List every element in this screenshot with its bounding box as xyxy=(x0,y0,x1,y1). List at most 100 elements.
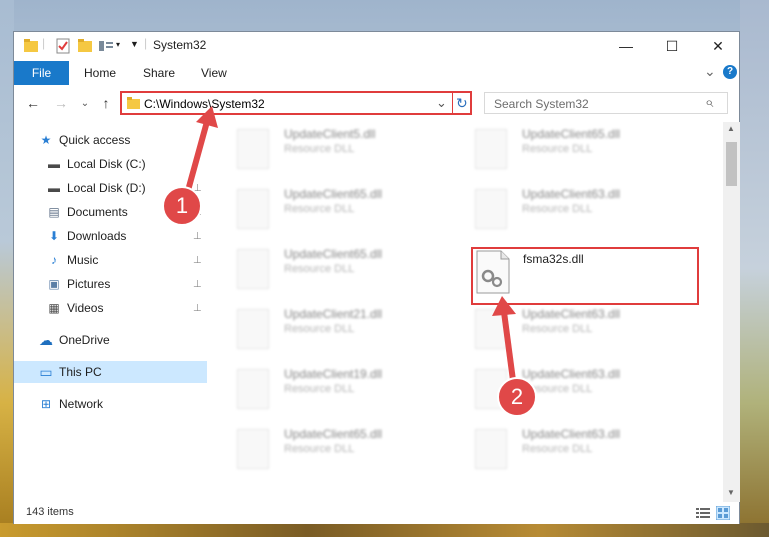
dll-file-icon xyxy=(237,309,269,349)
sidebar-item-label: Local Disk (C:) xyxy=(67,157,146,171)
annotation-badge-1: 1 xyxy=(162,186,202,226)
file-item[interactable]: UpdateClient19.dll Resource DLL xyxy=(229,365,449,419)
sidebar-item-videos[interactable]: ▦ Videos ⊥ xyxy=(14,297,207,319)
sidebar-item-pictures[interactable]: ▣ Pictures ⊥ xyxy=(14,273,207,295)
file-item[interactable]: UpdateClient65.dll Resource DLL xyxy=(229,185,449,239)
videos-icon: ▦ xyxy=(48,301,60,315)
pin-icon[interactable]: ⊥ xyxy=(193,303,202,314)
expand-ribbon-icon[interactable]: ⌄ xyxy=(704,63,716,80)
properties-icon[interactable] xyxy=(56,38,70,54)
title-bar: | ▾ ▼ | System32 — ☐ ✕ xyxy=(14,32,739,60)
sidebar-item-label: Local Disk (D:) xyxy=(67,181,146,195)
file-name: UpdateClient65.dll xyxy=(284,427,383,441)
folder-icon xyxy=(24,39,38,52)
dll-file-icon xyxy=(237,369,269,409)
file-item[interactable]: UpdateClient63.dll Resource DLL xyxy=(467,425,687,479)
qat-more-icon[interactable]: ▼ xyxy=(130,39,139,55)
separator: | xyxy=(42,36,46,50)
pictures-icon: ▣ xyxy=(48,277,60,291)
file-type: Resource DLL xyxy=(284,443,355,455)
window-title: System32 xyxy=(153,38,207,52)
sidebar-item-label: Quick access xyxy=(59,133,131,147)
sidebar-item-label: Videos xyxy=(67,301,104,315)
sidebar-item-label: Downloads xyxy=(67,229,127,243)
back-button[interactable]: ← xyxy=(24,94,42,112)
file-name: UpdateClient5.dll xyxy=(284,127,376,141)
file-type: Resource DLL xyxy=(522,203,593,215)
star-icon: ★ xyxy=(40,133,52,147)
sidebar-item-label: This PC xyxy=(59,365,102,379)
file-item[interactable]: UpdateClient63.dll Resource DLL xyxy=(467,185,687,239)
drive-icon: ▬ xyxy=(48,157,60,171)
pin-icon[interactable]: ⊥ xyxy=(193,279,202,290)
dll-file-icon xyxy=(475,429,507,469)
dll-file-icon xyxy=(237,129,269,169)
search-icon[interactable]: ⌕ xyxy=(705,94,713,111)
file-item[interactable]: UpdateClient65.dll Resource DLL xyxy=(229,245,449,299)
new-folder-icon[interactable] xyxy=(78,38,92,54)
recent-locations-button[interactable]: ⌄ xyxy=(76,94,94,112)
file-name: UpdateClient65.dll xyxy=(284,247,383,261)
downloads-icon: ⬇ xyxy=(48,229,60,243)
sidebar-item-this-pc[interactable]: ▭ This PC xyxy=(14,361,207,383)
file-type: Resource DLL xyxy=(284,203,355,215)
file-name: UpdateClient65.dll xyxy=(522,127,621,141)
status-bar: 143 items xyxy=(14,503,739,524)
refresh-icon[interactable]: ↻ xyxy=(456,95,468,112)
search-box[interactable]: Search System32 ⌕ xyxy=(484,92,728,114)
address-dropdown-icon[interactable]: ⌄ xyxy=(436,95,447,111)
onedrive-icon: ☁ xyxy=(39,331,53,348)
divider xyxy=(452,91,453,115)
tiles-view-icon[interactable] xyxy=(716,506,730,520)
file-tab[interactable]: File xyxy=(14,61,69,85)
scroll-thumb[interactable] xyxy=(726,142,737,186)
up-button[interactable]: ↑ xyxy=(97,94,115,112)
sidebar-item-label: Music xyxy=(67,253,99,267)
sidebar-item-music[interactable]: ♪ Music ⊥ xyxy=(14,249,207,271)
file-name: UpdateClient21.dll xyxy=(284,307,383,321)
minimize-button[interactable]: — xyxy=(603,32,649,60)
dll-file-icon xyxy=(237,249,269,289)
file-type: Resource DLL xyxy=(284,383,355,395)
file-name: UpdateClient63.dll xyxy=(522,187,621,201)
computer-icon: ▭ xyxy=(39,363,53,380)
vertical-scrollbar[interactable]: ▲ ▼ xyxy=(723,122,740,502)
help-icon[interactable]: ? xyxy=(723,65,737,79)
pin-icon[interactable]: ⊥ xyxy=(193,231,202,242)
ribbon-tabs: File Home Share View ⌄ ? xyxy=(14,61,739,85)
file-item[interactable]: UpdateClient65.dll Resource DLL xyxy=(467,125,687,179)
desktop-background-left xyxy=(0,0,14,537)
sidebar-item-label: Pictures xyxy=(67,277,111,291)
sidebar-item-onedrive[interactable]: ☁ OneDrive xyxy=(14,329,207,351)
music-icon: ♪ xyxy=(51,253,57,267)
sidebar-item-downloads[interactable]: ⬇ Downloads ⊥ xyxy=(14,225,207,247)
maximize-button[interactable]: ☐ xyxy=(649,32,695,60)
sidebar-item-network[interactable]: ⊞ Network xyxy=(14,393,207,415)
tab-view[interactable]: View xyxy=(201,66,227,80)
search-placeholder: Search System32 xyxy=(494,97,589,111)
desktop-background-right xyxy=(740,0,769,537)
item-count: 143 items xyxy=(26,506,74,518)
file-item[interactable]: UpdateClient21.dll Resource DLL xyxy=(229,305,449,359)
dll-file-icon xyxy=(475,189,507,229)
file-item[interactable]: UpdateClient65.dll Resource DLL xyxy=(229,425,449,479)
tab-share[interactable]: Share xyxy=(143,66,175,80)
qat-dropdown-icon[interactable]: ▾ xyxy=(116,40,120,56)
customize-qat-icon[interactable] xyxy=(98,38,114,54)
folder-icon xyxy=(127,97,140,109)
file-name: UpdateClient65.dll xyxy=(284,187,383,201)
details-view-icon[interactable] xyxy=(696,507,710,519)
drive-icon: ▬ xyxy=(48,181,60,195)
dll-file-icon xyxy=(475,129,507,169)
sidebar-item-label: Documents xyxy=(67,205,128,219)
scroll-down-icon[interactable]: ▼ xyxy=(727,488,735,497)
scroll-up-icon[interactable]: ▲ xyxy=(727,124,735,133)
dll-file-icon xyxy=(237,189,269,229)
file-item[interactable]: UpdateClient5.dll Resource DLL xyxy=(229,125,449,179)
file-type: Resource DLL xyxy=(522,443,593,455)
forward-button[interactable]: → xyxy=(52,94,70,112)
file-type: Resource DLL xyxy=(284,143,355,155)
pin-icon[interactable]: ⊥ xyxy=(193,255,202,266)
tab-home[interactable]: Home xyxy=(84,66,116,80)
close-button[interactable]: ✕ xyxy=(695,32,741,60)
